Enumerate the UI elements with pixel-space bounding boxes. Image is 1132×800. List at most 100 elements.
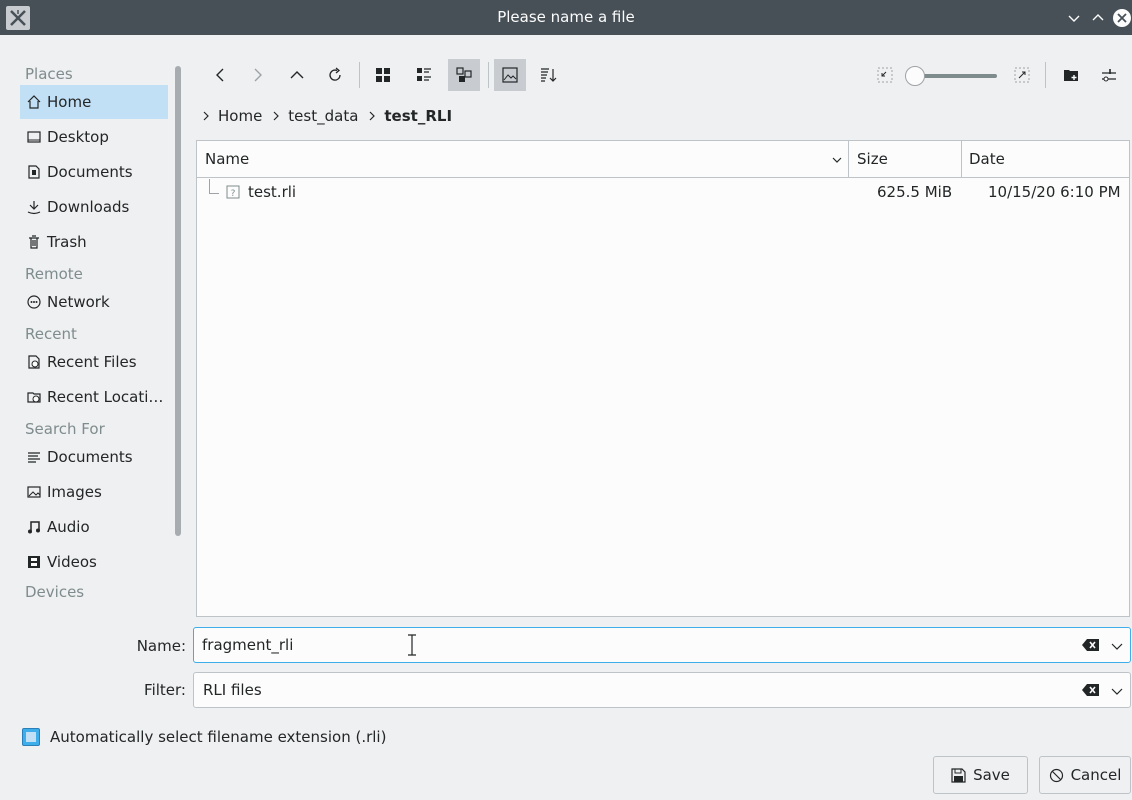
sidebar-item-search-documents[interactable]: Documents xyxy=(20,440,168,474)
toolbar-separator xyxy=(488,62,489,88)
documents-icon xyxy=(25,163,43,181)
minimize-button[interactable] xyxy=(1064,8,1084,28)
name-label: Name: xyxy=(136,637,186,655)
save-icon xyxy=(951,767,966,783)
sidebar-item-recent-files[interactable]: Recent Files xyxy=(20,345,168,379)
column-name[interactable]: Name xyxy=(205,150,249,168)
sidebar-item-recent-locations[interactable]: Recent Locati… xyxy=(20,380,168,414)
tree-line xyxy=(209,179,219,194)
sidebar-item-home[interactable]: Home xyxy=(20,85,168,119)
sidebar-item-label: Videos xyxy=(47,553,97,571)
cancel-button[interactable]: Cancel xyxy=(1039,756,1131,794)
sidebar-item-downloads[interactable]: Downloads xyxy=(20,190,168,224)
column-separator[interactable] xyxy=(848,141,849,178)
cancel-icon xyxy=(1049,768,1064,783)
section-recent: Recent xyxy=(25,325,77,343)
sort-button[interactable] xyxy=(535,62,561,88)
chevron-right-icon xyxy=(248,66,266,84)
sidebar-item-images[interactable]: Images xyxy=(20,475,168,509)
column-separator[interactable] xyxy=(961,141,962,178)
clear-icon[interactable] xyxy=(1082,683,1100,697)
settings-sliders-icon xyxy=(1100,66,1118,84)
details-view-button[interactable] xyxy=(448,59,480,91)
file-name: test.rli xyxy=(248,183,297,201)
sidebar-item-label: Recent Locati… xyxy=(47,388,164,406)
details-view-icon xyxy=(455,66,473,84)
table-row[interactable]: ? test.rli 625.5 MiB 10/15/20 6:10 PM xyxy=(197,179,1129,205)
sidebar-item-label: Trash xyxy=(47,233,87,251)
toolbar-separator xyxy=(359,62,360,88)
auto-extension-checkbox[interactable] xyxy=(22,728,40,746)
cancel-button-label: Cancel xyxy=(1070,766,1122,784)
compact-view-button[interactable] xyxy=(411,62,437,88)
home-icon xyxy=(25,93,43,111)
filename-field[interactable] xyxy=(193,627,1131,663)
zoom-out-icon xyxy=(876,66,894,84)
save-button[interactable]: Save xyxy=(933,756,1028,794)
file-list[interactable]: Name Size Date ? test.rli 625.5 MiB 10/1… xyxy=(196,140,1130,617)
breadcrumb-item-test-data[interactable]: test_data xyxy=(288,107,358,125)
downloads-icon xyxy=(25,198,43,216)
back-button[interactable] xyxy=(208,62,234,88)
search-documents-icon xyxy=(25,448,43,466)
auto-extension-label[interactable]: Automatically select filename extension … xyxy=(50,728,386,746)
sort-icon xyxy=(539,66,557,84)
forward-button[interactable] xyxy=(244,62,270,88)
options-button[interactable] xyxy=(1096,62,1122,88)
zoom-in-icon xyxy=(1013,66,1031,84)
breadcrumb-current[interactable]: test_RLI xyxy=(384,107,452,125)
clear-icon[interactable] xyxy=(1082,638,1100,652)
column-date[interactable]: Date xyxy=(969,150,1005,168)
file-date: 10/15/20 6:10 PM xyxy=(988,183,1121,201)
zoom-slider[interactable] xyxy=(905,66,999,86)
sidebar-item-desktop[interactable]: Desktop xyxy=(20,120,168,154)
column-size[interactable]: Size xyxy=(857,150,888,168)
network-icon xyxy=(25,293,43,311)
sidebar-item-documents[interactable]: Documents xyxy=(20,155,168,189)
trash-icon xyxy=(25,233,43,251)
icons-view-icon xyxy=(374,66,392,84)
window-title: Please name a file xyxy=(497,8,635,26)
chevron-down-icon[interactable] xyxy=(1110,639,1124,653)
title-bar: Please name a file xyxy=(0,0,1132,35)
zoom-in-button[interactable] xyxy=(1009,62,1035,88)
chevron-down-icon[interactable] xyxy=(1110,684,1124,698)
breadcrumb-item-home[interactable]: Home xyxy=(218,107,262,125)
new-folder-button[interactable] xyxy=(1058,62,1084,88)
close-button[interactable] xyxy=(1112,8,1132,28)
filter-combobox[interactable]: RLI files xyxy=(193,672,1131,708)
sidebar-item-label: Downloads xyxy=(47,198,130,216)
icons-view-button[interactable] xyxy=(370,62,396,88)
audio-icon xyxy=(25,518,43,536)
section-search-for: Search For xyxy=(25,420,105,438)
sidebar-scrollbar[interactable] xyxy=(175,66,181,536)
chevron-right-icon xyxy=(200,110,212,122)
recent-locations-icon xyxy=(25,388,43,406)
save-button-label: Save xyxy=(973,766,1010,784)
videos-icon xyxy=(25,553,43,571)
sidebar-item-videos[interactable]: Videos xyxy=(20,545,168,579)
table-header: Name Size Date xyxy=(197,141,1129,178)
sidebar-item-label: Desktop xyxy=(47,128,109,146)
zoom-slider-handle[interactable] xyxy=(905,66,925,86)
section-places: Places xyxy=(25,65,73,83)
reload-button[interactable] xyxy=(322,62,348,88)
sidebar-item-trash[interactable]: Trash xyxy=(20,225,168,259)
chevron-down-icon xyxy=(830,153,844,167)
sidebar-item-audio[interactable]: Audio xyxy=(20,510,168,544)
section-remote: Remote xyxy=(25,265,83,283)
filename-input[interactable] xyxy=(202,634,802,656)
reload-icon xyxy=(326,66,344,84)
sidebar-item-network[interactable]: Network xyxy=(20,285,168,319)
chevron-right-icon xyxy=(270,110,282,122)
up-button[interactable] xyxy=(284,62,310,88)
chevron-right-icon xyxy=(366,110,378,122)
maximize-button[interactable] xyxy=(1088,8,1108,28)
preview-toggle-button[interactable] xyxy=(494,59,526,91)
sidebar-item-label: Recent Files xyxy=(47,353,137,371)
sidebar-item-label: Home xyxy=(47,93,92,111)
filter-label: Filter: xyxy=(144,681,186,699)
svg-text:?: ? xyxy=(231,189,236,199)
text-cursor-icon xyxy=(406,633,418,657)
zoom-out-button[interactable] xyxy=(872,62,898,88)
